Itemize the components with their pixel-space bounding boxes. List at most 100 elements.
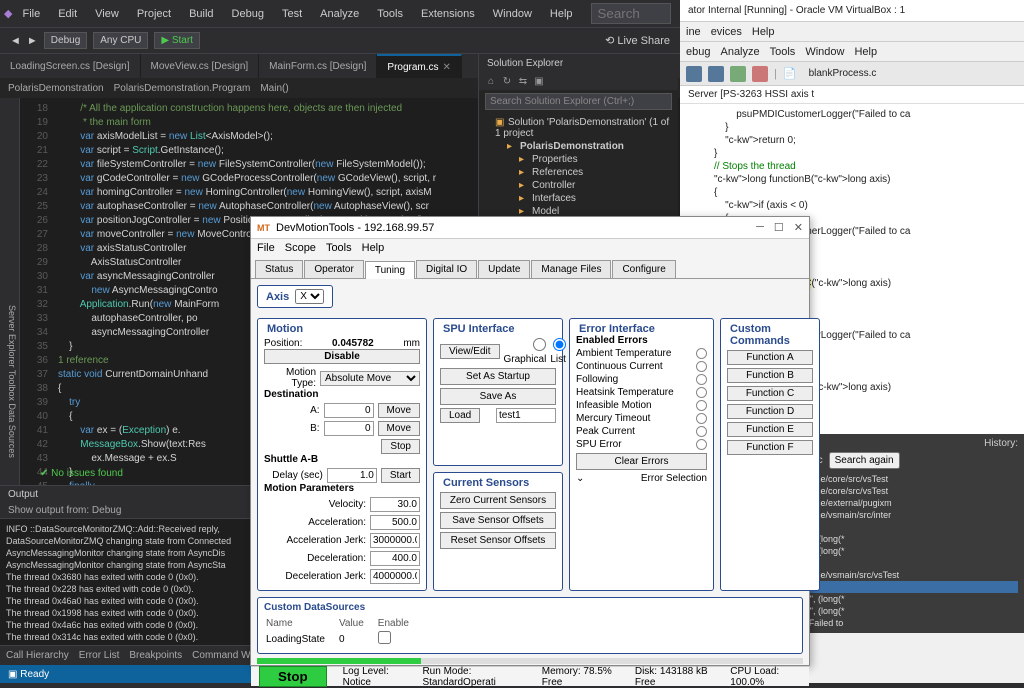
tab-errorlist[interactable]: Error List bbox=[79, 650, 120, 661]
menu-project[interactable]: Project bbox=[129, 4, 179, 24]
tab-tuning[interactable]: Tuning bbox=[365, 261, 415, 279]
nav-back-icon[interactable]: ◄ bbox=[10, 35, 21, 47]
start-shuttle-button[interactable]: Start bbox=[381, 468, 420, 483]
dest-b-input[interactable] bbox=[324, 421, 374, 436]
crumb-project[interactable]: PolarisDemonstration bbox=[8, 83, 104, 94]
custom-fn-button[interactable]: Function E bbox=[727, 422, 813, 437]
menu-window[interactable]: Window bbox=[485, 4, 540, 24]
menu-analyze[interactable]: Analyze bbox=[312, 4, 367, 24]
solexp-search[interactable]: Search Solution Explorer (Ctrl+;) bbox=[485, 93, 672, 110]
build-icon[interactable] bbox=[730, 66, 746, 82]
proj-node[interactable]: ▸PolarisDemonstration bbox=[483, 140, 674, 153]
refresh-icon[interactable]: ↻ bbox=[501, 76, 513, 87]
search-again-button[interactable] bbox=[829, 452, 900, 469]
delay-input[interactable] bbox=[327, 468, 377, 483]
ds-enable-checkbox[interactable] bbox=[378, 631, 391, 644]
viewedit-button[interactable]: View/Edit bbox=[440, 344, 500, 359]
back-icon[interactable] bbox=[686, 66, 702, 82]
sync-icon[interactable]: ⇆ bbox=[517, 76, 529, 87]
tree-node[interactable]: ▸References bbox=[483, 166, 674, 179]
decel-jerk-input[interactable] bbox=[370, 569, 420, 584]
qt-menu-help[interactable]: Help bbox=[854, 46, 877, 58]
menu-devices[interactable]: evices bbox=[711, 26, 742, 38]
close-icon[interactable]: ✕ bbox=[794, 221, 803, 234]
tree-node[interactable]: ▸Interfaces bbox=[483, 192, 674, 205]
accel-input[interactable] bbox=[370, 515, 420, 530]
tab-mainform[interactable]: MainForm.cs [Design] bbox=[259, 54, 377, 78]
menu-view[interactable]: View bbox=[87, 4, 127, 24]
minimize-icon[interactable]: ─ bbox=[756, 221, 764, 234]
menu-file[interactable]: File bbox=[14, 4, 48, 24]
crumb-method[interactable]: Main() bbox=[260, 83, 288, 94]
close-icon[interactable]: ✕ bbox=[443, 62, 451, 73]
tab-program[interactable]: Program.cs✕ bbox=[377, 54, 462, 78]
list-radio[interactable] bbox=[553, 338, 566, 351]
dest-a-input[interactable] bbox=[324, 403, 374, 418]
qt-menu-analyze[interactable]: Analyze bbox=[720, 46, 759, 58]
tab-managefiles[interactable]: Manage Files bbox=[531, 260, 611, 278]
stop-icon[interactable] bbox=[752, 66, 768, 82]
accel-jerk-input[interactable] bbox=[370, 533, 420, 548]
menu-file[interactable]: File bbox=[257, 242, 275, 254]
zero-sensors-button[interactable]: Zero Current Sensors bbox=[440, 492, 556, 509]
nav-fwd-icon[interactable]: ► bbox=[27, 35, 38, 47]
start-button[interactable]: ▶ Start bbox=[154, 32, 200, 49]
decel-input[interactable] bbox=[370, 551, 420, 566]
menu-debug[interactable]: Debug bbox=[224, 4, 272, 24]
saveas-button[interactable]: Save As bbox=[440, 388, 556, 405]
menu-help[interactable]: Help bbox=[362, 242, 385, 254]
stop-button[interactable]: Stop bbox=[381, 439, 420, 454]
crumb-class[interactable]: PolarisDemonstration.Program bbox=[114, 83, 251, 94]
menu-edit[interactable]: Edit bbox=[50, 4, 85, 24]
move-a-button[interactable]: Move bbox=[378, 403, 420, 418]
stop-main-button[interactable]: Stop bbox=[259, 666, 327, 687]
velocity-input[interactable] bbox=[370, 497, 420, 512]
menu-scope[interactable]: Scope bbox=[285, 242, 316, 254]
config-dropdown[interactable]: Debug bbox=[44, 32, 87, 49]
disable-button[interactable]: Disable bbox=[264, 349, 420, 364]
tab-moveview[interactable]: MoveView.cs [Design] bbox=[141, 54, 260, 78]
fwd-icon[interactable] bbox=[708, 66, 724, 82]
platform-dropdown[interactable]: Any CPU bbox=[93, 32, 148, 49]
open-file[interactable]: blankProcess.c bbox=[809, 68, 877, 79]
reset-offsets-button[interactable]: Reset Sensor Offsets bbox=[440, 532, 556, 549]
custom-fn-button[interactable]: Function D bbox=[727, 404, 813, 419]
load-file-input[interactable] bbox=[496, 408, 556, 423]
save-offsets-button[interactable]: Save Sensor Offsets bbox=[440, 512, 556, 529]
chevron-down-icon[interactable]: ⌄ bbox=[576, 473, 584, 484]
tab-callhierarchy[interactable]: Call Hierarchy bbox=[6, 650, 69, 661]
menu-tools[interactable]: Tools bbox=[369, 4, 411, 24]
tree-node[interactable]: ▸Controller bbox=[483, 179, 674, 192]
menu-help[interactable]: Help bbox=[752, 26, 775, 38]
tab-digitalio[interactable]: Digital IO bbox=[416, 260, 477, 278]
dmt-titlebar[interactable]: MT DevMotionTools - 192.168.99.57 ─ ☐ ✕ bbox=[251, 217, 809, 239]
menu-test[interactable]: Test bbox=[274, 4, 310, 24]
qt-menu-tools[interactable]: Tools bbox=[770, 46, 796, 58]
load-button[interactable]: Load bbox=[440, 408, 480, 423]
tab-update[interactable]: Update bbox=[478, 260, 530, 278]
graphical-radio[interactable] bbox=[533, 338, 546, 351]
menu-tools[interactable]: Tools bbox=[326, 242, 352, 254]
tree-node[interactable]: ▸Properties bbox=[483, 153, 674, 166]
clear-errors-button[interactable]: Clear Errors bbox=[576, 453, 707, 470]
custom-fn-button[interactable]: Function C bbox=[727, 386, 813, 401]
move-b-button[interactable]: Move bbox=[378, 421, 420, 436]
tab-configure[interactable]: Configure bbox=[612, 260, 675, 278]
axis-dropdown[interactable]: X bbox=[295, 289, 324, 304]
menu-build[interactable]: Build bbox=[181, 4, 221, 24]
menu-help[interactable]: Help bbox=[542, 4, 581, 24]
tab-status[interactable]: Status bbox=[255, 260, 303, 278]
qt-menu-debug[interactable]: ebug bbox=[686, 46, 710, 58]
motion-type-select[interactable]: Absolute Move bbox=[320, 371, 420, 386]
custom-fn-button[interactable]: Function F bbox=[727, 440, 813, 455]
sln-node[interactable]: ▣Solution 'PolarisDemonstration' (1 of 1… bbox=[483, 116, 674, 140]
tab-loadingscreen[interactable]: LoadingScreen.cs [Design] bbox=[0, 54, 141, 78]
maximize-icon[interactable]: ☐ bbox=[774, 221, 784, 234]
tab-operator[interactable]: Operator bbox=[304, 260, 363, 278]
set-startup-button[interactable]: Set As Startup bbox=[440, 368, 556, 385]
collapse-icon[interactable]: ▣ bbox=[533, 76, 545, 87]
liveshare-button[interactable]: ⟲ Live Share bbox=[605, 34, 670, 47]
vs-search[interactable] bbox=[591, 3, 671, 24]
menu-extensions[interactable]: Extensions bbox=[413, 4, 483, 24]
custom-fn-button[interactable]: Function B bbox=[727, 368, 813, 383]
